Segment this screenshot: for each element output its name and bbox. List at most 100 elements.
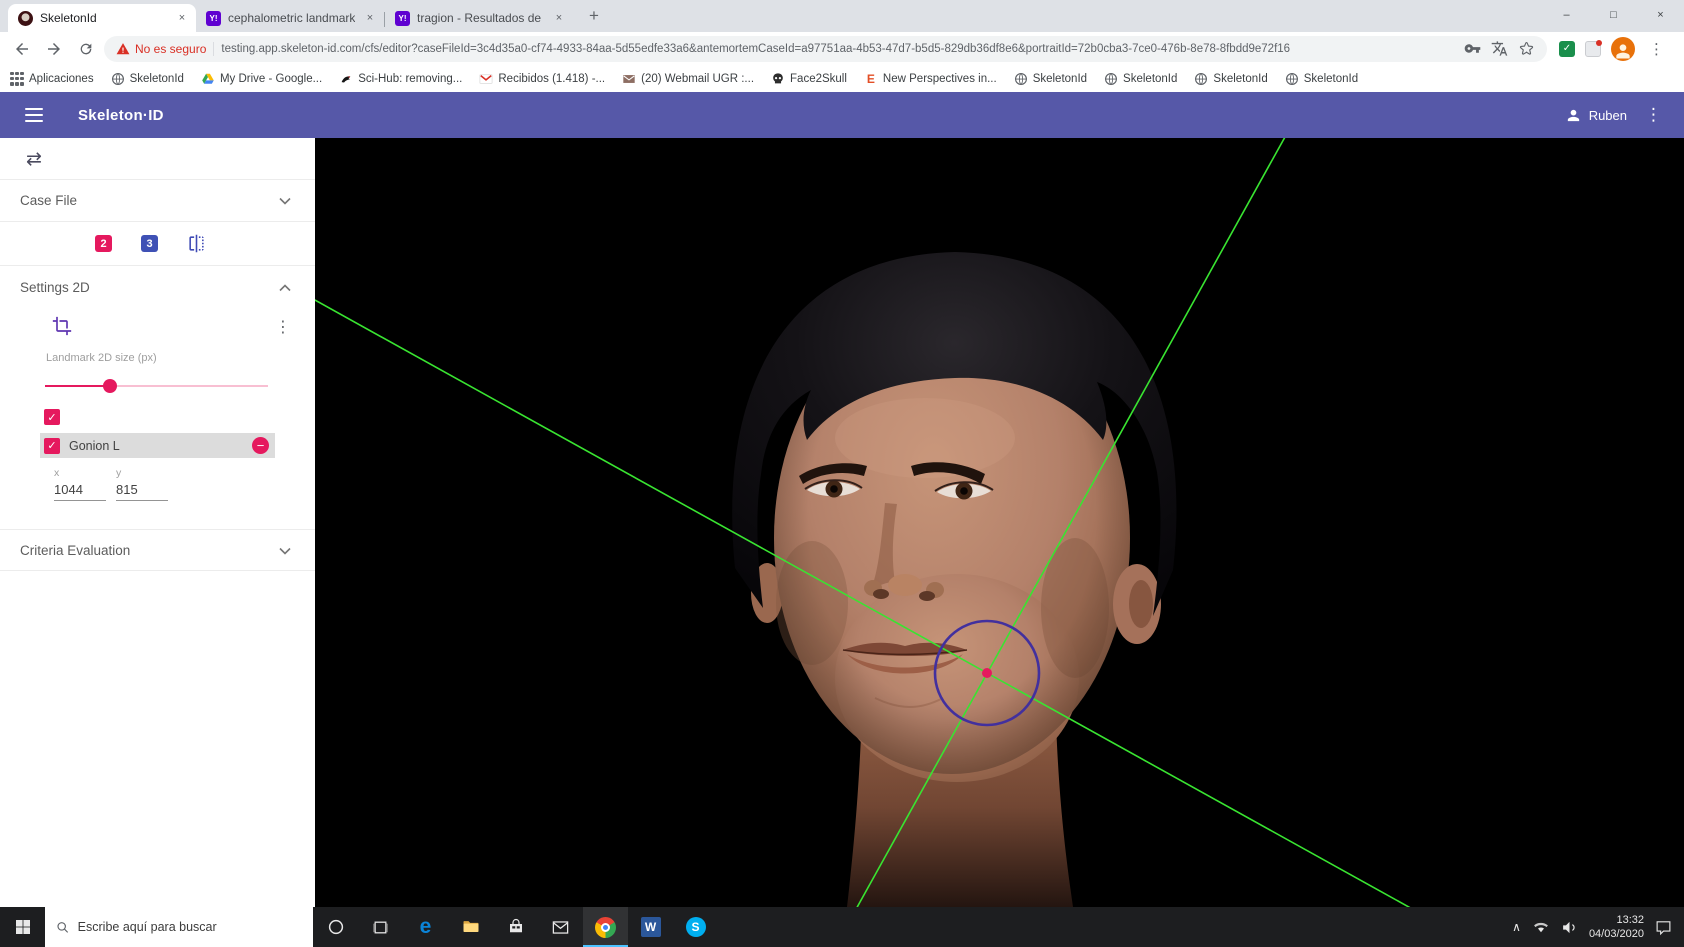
badge-2d[interactable]: 2 — [95, 235, 112, 252]
new-tab-button[interactable]: + — [581, 3, 607, 29]
profile-avatar[interactable] — [1611, 36, 1635, 61]
landmark-point[interactable] — [982, 668, 992, 678]
bookmark-label: New Perspectives in... — [882, 72, 997, 85]
bookmark-webmail[interactable]: (20) Webmail UGR :... — [622, 72, 754, 86]
bookmark-star-icon[interactable] — [1518, 40, 1535, 57]
yahoo-favicon: Y! — [395, 10, 410, 26]
head-model — [732, 252, 1177, 907]
tab-cephalometric[interactable]: Y! cephalometric landmarks in obli × — [196, 4, 384, 32]
extension-icon-notify[interactable] — [1585, 39, 1602, 57]
bookmark-face2skull[interactable]: Face2Skull — [771, 72, 847, 86]
wifi-icon[interactable] — [1532, 918, 1550, 936]
tab-close-icon[interactable]: × — [362, 10, 378, 26]
flip-pages-icon[interactable] — [187, 234, 206, 253]
remove-landmark-button[interactable]: − — [252, 437, 269, 454]
back-button[interactable] — [8, 35, 36, 63]
viewport-canvas[interactable] — [315, 138, 1684, 907]
tab-title: SkeletonId — [40, 11, 97, 25]
taskbar-app-explorer[interactable] — [448, 907, 493, 947]
reload-button[interactable] — [72, 35, 100, 63]
chevron-up-icon — [279, 280, 295, 295]
bookmark-newperspectives[interactable]: E New Perspectives in... — [864, 72, 997, 86]
app-menu-icon[interactable]: ⋮ — [1645, 105, 1662, 125]
landmark-size-slider[interactable] — [45, 379, 268, 393]
section-case-file[interactable]: Case File — [0, 180, 315, 222]
landmark-checkbox[interactable]: ✓ — [44, 409, 60, 425]
taskbar-app-edge[interactable]: e — [403, 907, 448, 947]
badge-3d[interactable]: 3 — [141, 235, 158, 252]
extension-icon-green[interactable]: ✓ — [1559, 40, 1575, 57]
taskbar-search-input[interactable] — [77, 920, 302, 934]
tab-title: tragion - Resultados de Yahoo Es — [417, 11, 544, 25]
forward-button[interactable] — [40, 35, 68, 63]
gmail-icon — [479, 73, 493, 84]
maximize-button[interactable]: □ — [1590, 0, 1637, 30]
minimize-button[interactable]: – — [1543, 0, 1590, 30]
skull-icon — [773, 72, 783, 83]
slider-thumb[interactable] — [102, 379, 117, 393]
bookmark-skeletonid-2[interactable]: SkeletonId — [1014, 72, 1087, 86]
bookmark-skeletonid-5[interactable]: SkeletonId — [1285, 72, 1358, 86]
sidebar: ⇄ Case File 2 3 Settings 2D ⋮ Landmark 2… — [0, 138, 315, 907]
coord-y-label: y — [116, 467, 122, 479]
bookmark-label: SkeletonId — [1123, 72, 1178, 85]
section-settings-2d[interactable]: Settings 2D — [0, 266, 315, 308]
taskbar-search[interactable] — [45, 907, 313, 947]
taskbar-app-mail[interactable] — [538, 907, 583, 947]
tab-tragion[interactable]: Y! tragion - Resultados de Yahoo Es × — [385, 4, 573, 32]
browser-menu-icon[interactable]: ⋮ — [1645, 40, 1668, 58]
taskbar-app-word[interactable]: W — [628, 907, 673, 947]
security-chip-label: No es seguro — [135, 41, 207, 56]
landmark-size-label: Landmark 2D size (px) — [46, 352, 157, 364]
menu-hamburger-icon[interactable] — [16, 97, 52, 133]
tab-close-icon[interactable]: × — [174, 10, 190, 26]
bookmark-apps[interactable]: Aplicaciones — [10, 71, 94, 86]
bookmark-skeletonid-1[interactable]: SkeletonId — [111, 72, 184, 86]
address-bar[interactable]: No es seguro testing.app.skeleton-id.com… — [104, 35, 1547, 62]
settings-menu-icon[interactable]: ⋮ — [275, 317, 291, 336]
task-view-button[interactable] — [358, 907, 403, 947]
view-mode-row: 2 3 — [0, 222, 315, 266]
landmark-checkbox[interactable]: ✓ — [44, 437, 60, 454]
tab-skeletonid[interactable]: SkeletonId × — [8, 4, 196, 32]
taskbar-app-store[interactable] — [493, 907, 538, 947]
action-center-icon[interactable] — [1655, 919, 1672, 936]
crop-icon[interactable] — [52, 316, 72, 336]
bookmark-label: Recibidos (1.418) -... — [498, 72, 606, 85]
close-button[interactable]: × — [1637, 0, 1684, 30]
start-button[interactable] — [0, 907, 45, 947]
tab-close-icon[interactable]: × — [551, 10, 567, 26]
bookmark-skeletonid-3[interactable]: SkeletonId — [1104, 72, 1177, 86]
app-header: Skeleton·ID Ruben ⋮ — [0, 92, 1684, 138]
bookmark-label: SkeletonId — [129, 72, 184, 85]
chevron-down-icon — [279, 193, 295, 208]
swap-arrows-icon[interactable]: ⇄ — [26, 148, 42, 170]
taskbar-app-skype[interactable]: S — [673, 907, 718, 947]
taskbar-app-chrome[interactable] — [583, 907, 628, 947]
volume-icon[interactable] — [1561, 919, 1578, 936]
section-criteria-evaluation[interactable]: Criteria Evaluation — [0, 529, 315, 571]
app-title: Skeleton·ID — [78, 106, 164, 124]
bookmark-scihub[interactable]: Sci-Hub: removing... — [339, 72, 462, 86]
coord-y-input[interactable] — [116, 480, 168, 501]
elsevier-icon: E — [866, 71, 875, 86]
security-chip[interactable]: No es seguro — [116, 42, 206, 56]
cortana-button[interactable] — [313, 907, 358, 947]
bookmark-label: SkeletonId — [1032, 72, 1088, 85]
user-menu[interactable]: Ruben — [1565, 107, 1627, 124]
yahoo-favicon: Y! — [206, 10, 221, 26]
bookmark-gmail[interactable]: Recibidos (1.418) -... — [479, 72, 605, 86]
landmark-row-gonion-l[interactable]: ✓ Gonion L − — [40, 433, 275, 458]
raven-icon — [341, 75, 351, 82]
tray-expand-icon[interactable]: ∧ — [1512, 920, 1521, 934]
key-icon[interactable] — [1464, 40, 1481, 57]
bookmark-skeletonid-4[interactable]: SkeletonId — [1194, 72, 1268, 86]
bookmarks-bar: Aplicaciones SkeletonId My Drive - Googl… — [0, 65, 1684, 92]
translate-icon[interactable] — [1491, 40, 1508, 57]
sidebar-toprow: ⇄ — [0, 138, 315, 180]
apps-grid-icon — [10, 71, 24, 86]
taskbar-clock[interactable]: 13:32 04/03/2020 — [1589, 913, 1644, 942]
cortana-icon — [328, 919, 343, 935]
coord-x-input[interactable] — [54, 480, 106, 501]
bookmark-drive[interactable]: My Drive - Google... — [201, 72, 322, 86]
